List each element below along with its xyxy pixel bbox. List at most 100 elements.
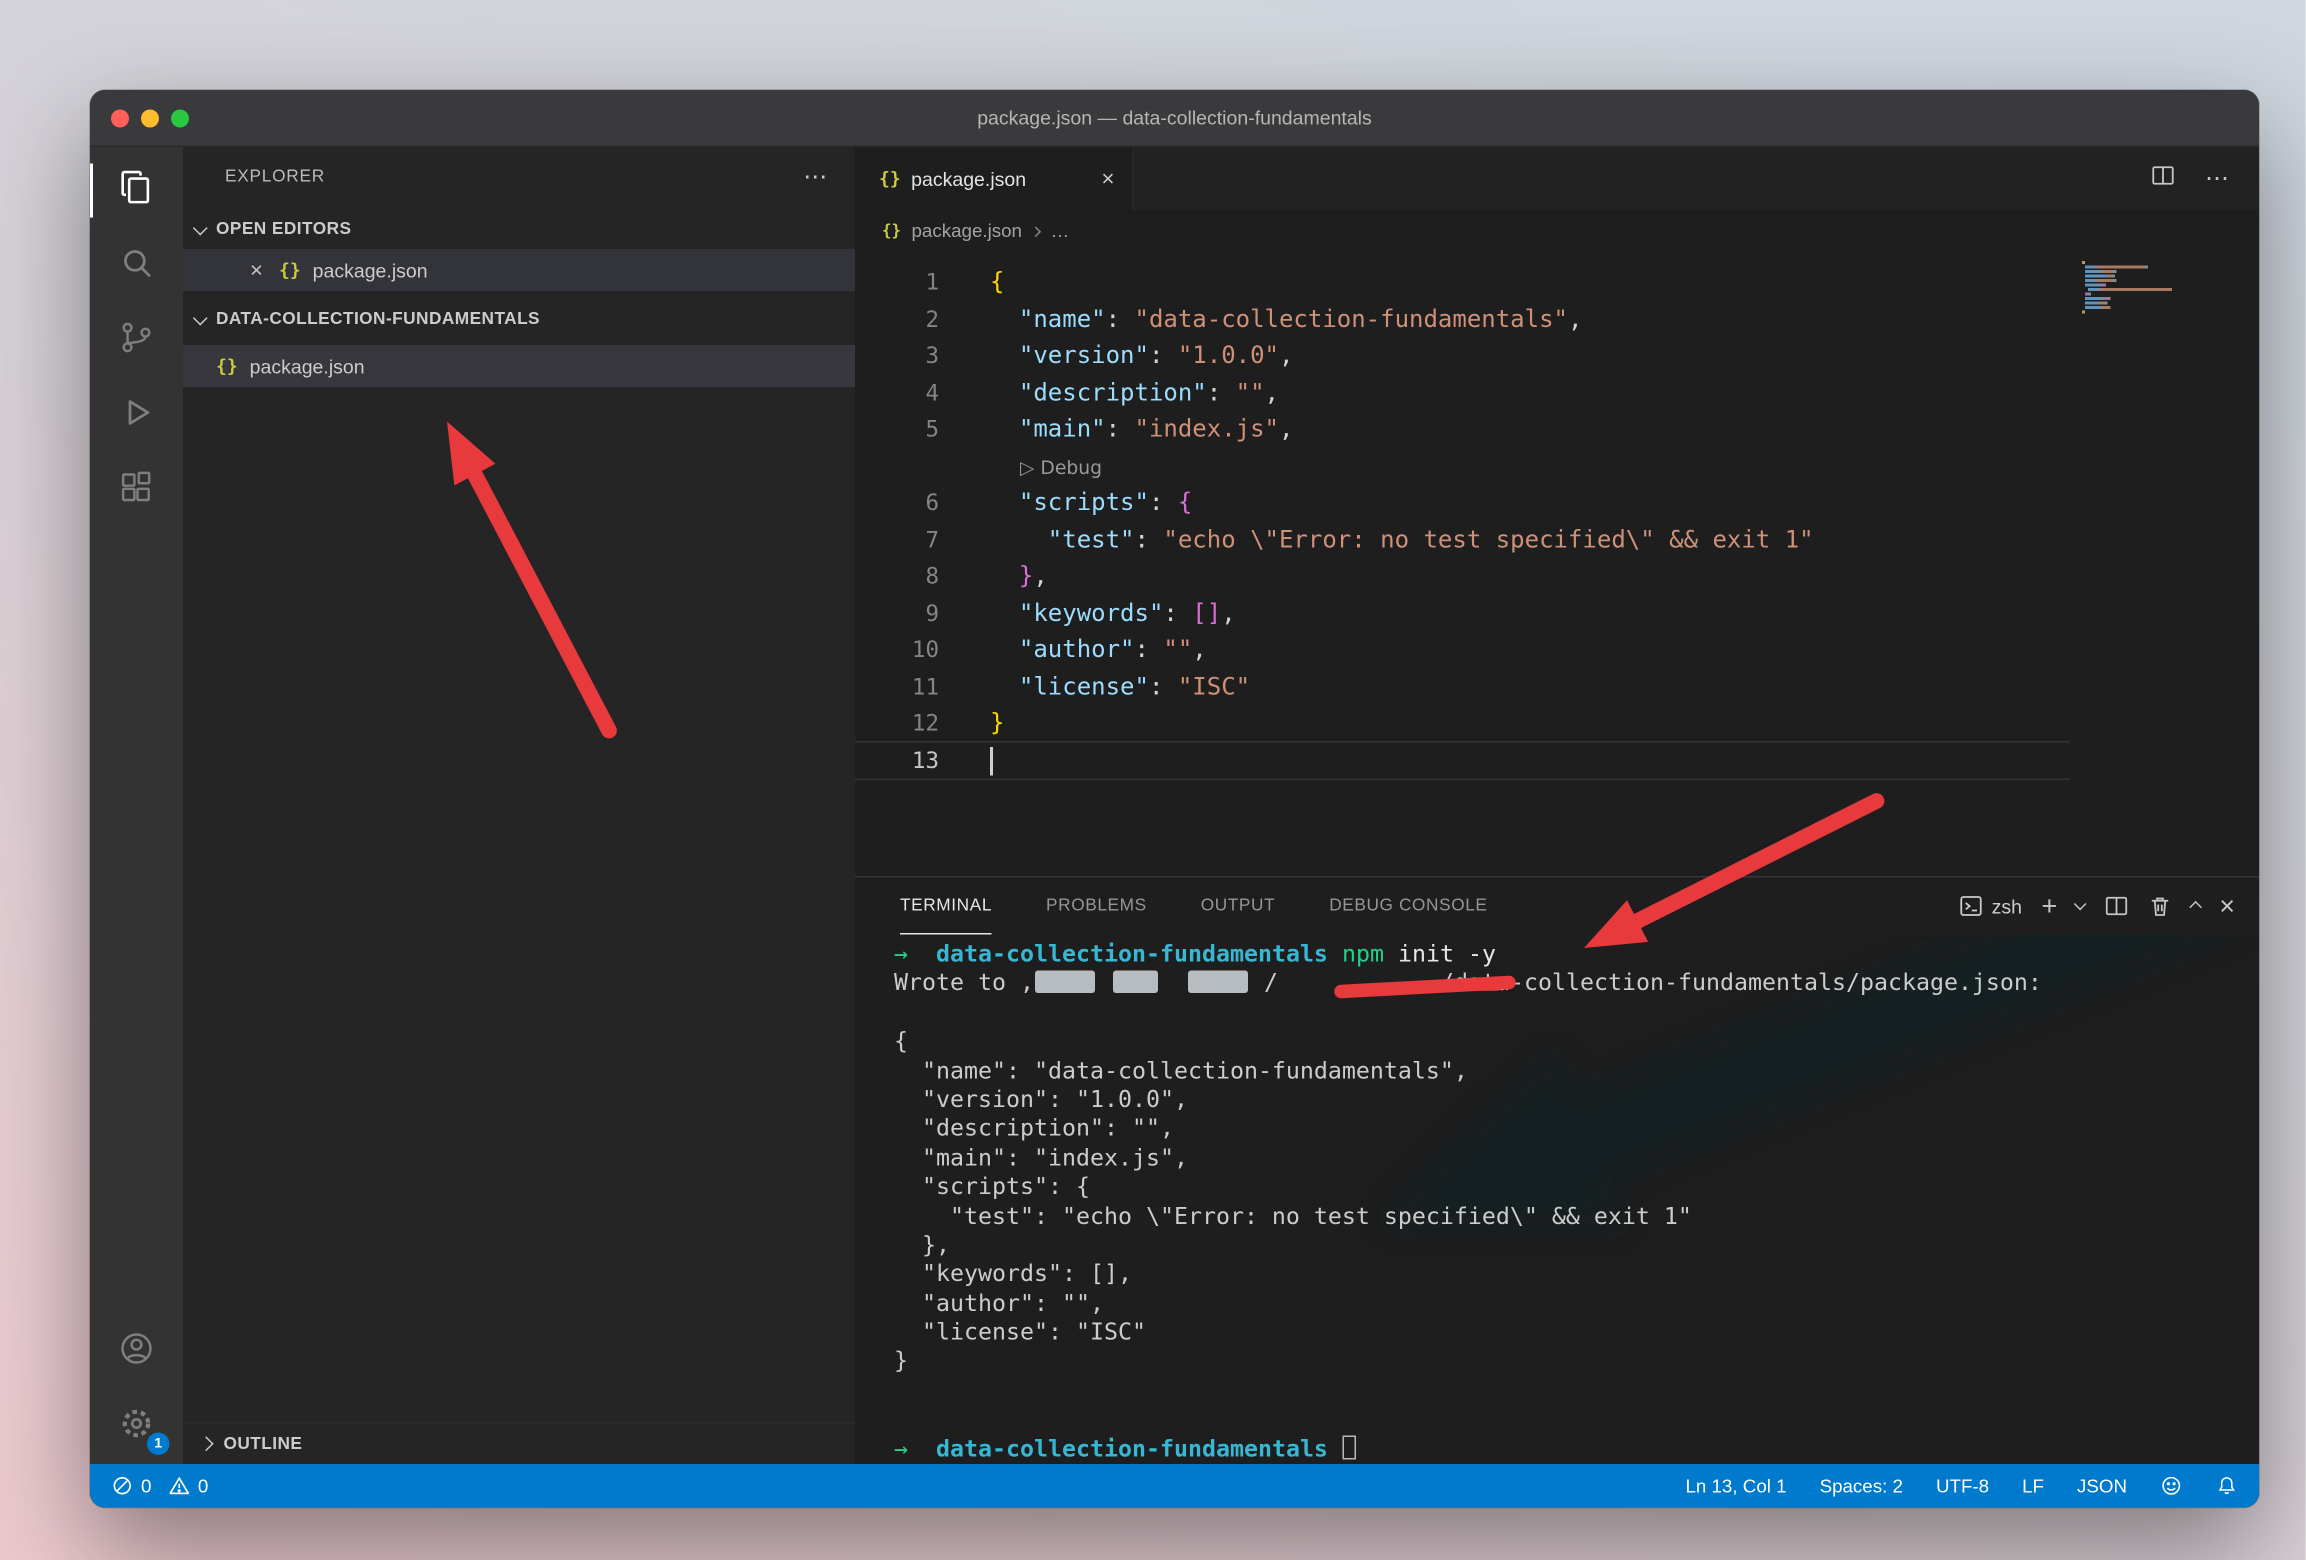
eol-status[interactable]: LF [2022,1475,2044,1496]
encoding-status[interactable]: UTF-8 [1936,1475,1989,1496]
json-file-icon: {} [216,356,238,377]
sidebar-title: EXPLORER [225,168,325,186]
code-line: 10 "author": "", [855,632,2259,669]
cursor-position-status[interactable]: Ln 13, Col 1 [1685,1475,1786,1496]
account-icon [117,1328,156,1375]
activity-source-control-button[interactable] [90,303,183,378]
terminal[interactable]: → data-collection-fundamentals npm init … [855,935,2259,1465]
terminal-line [894,1377,2259,1406]
close-panel-icon[interactable]: × [2219,890,2235,922]
close-tab-icon[interactable]: × [1101,166,1114,192]
terminal-line: } [894,1348,2259,1377]
panel-tab-debug-console[interactable]: DEBUG CONSOLE [1329,878,1487,935]
split-editor-icon[interactable] [2151,163,2175,195]
panel-tab-problems[interactable]: PROBLEMS [1046,878,1147,935]
terminal-profile-chevron-icon[interactable] [2075,898,2087,910]
notifications-bell-icon[interactable] [2216,1475,2239,1498]
window-title: package.json — data-collection-fundament… [977,107,1372,130]
problems-status[interactable]: 0 0 [111,1475,208,1498]
terminal-line [894,1406,2259,1435]
panel-header: TERMINAL PROBLEMS OUTPUT DEBUG CONSOLE [855,878,2259,935]
code-line: 6 "scripts": { [855,485,2259,522]
terminal-line: "test": "echo \"Error: no test specified… [894,1202,2259,1231]
breadcrumb[interactable]: {} package.json … [855,210,2259,252]
json-file-icon: {} [279,260,301,281]
file-item-package-json[interactable]: {} package.json [183,345,855,387]
kill-terminal-trash-icon[interactable] [2148,894,2172,918]
status-bar: 0 0 Ln 13, Col 1 Spaces: 2 UTF-8 LF JSON [90,1464,2259,1508]
explorer-more-actions-button[interactable]: ⋯ [803,162,828,192]
code-line: 4 "description": "", [855,374,2259,411]
activity-search-button[interactable] [90,228,183,303]
terminal-line [894,999,2259,1028]
open-editors-section-header[interactable]: OPEN EDITORS [183,210,855,249]
feedback-smiley-icon[interactable] [2160,1475,2183,1498]
extensions-icon [117,467,156,514]
terminal-line: "main": "index.js", [894,1144,2259,1173]
explorer-sidebar: EXPLORER ⋯ OPEN EDITORS × {} package.jso… [183,147,855,1464]
search-icon [117,242,156,289]
terminal-line: }, [894,1231,2259,1260]
maximize-panel-chevron-up-icon[interactable] [2190,902,2202,914]
terminal-shell-selector[interactable]: zsh [1959,894,2022,918]
minimap-content [2082,261,2235,318]
title-bar: package.json — data-collection-fundament… [90,90,2259,147]
code-line: 13 [855,742,2259,779]
terminal-line: "keywords": [], [894,1260,2259,1289]
chevron-right-icon [1031,226,1042,237]
terminal-line: { [894,1028,2259,1057]
close-window-button[interactable] [111,109,129,127]
code-line: 3 "version": "1.0.0", [855,338,2259,375]
code-lines: 1{2 "name": "data-collection-fundamental… [855,252,2259,779]
panel-tab-terminal[interactable]: TERMINAL [900,878,992,935]
activity-explorer-button[interactable] [90,153,183,228]
activity-extensions-button[interactable] [90,453,183,528]
activity-run-debug-button[interactable] [90,378,183,453]
chevron-down-icon [193,220,208,235]
workspace-folder-header[interactable]: DATA-COLLECTION-FUNDAMENTALS [183,300,855,339]
open-editor-item-package-json[interactable]: × {} package.json [183,249,855,291]
code-line: 8 }, [855,558,2259,595]
redaction-box [1035,970,1095,993]
code-line: 7 "test": "echo \"Error: no test specifi… [855,521,2259,558]
code-line: 9 "keywords": [], [855,595,2259,632]
source-control-icon [117,317,156,364]
files-icon [117,167,156,214]
terminal-line: "scripts": { [894,1173,2259,1202]
terminal-line: Wrote to , //data-collection-fundamental… [894,970,2259,999]
editor-more-actions-icon[interactable]: ⋯ [2205,164,2229,194]
codelens-line: ▷ Debug [855,448,2259,485]
panel-tab-output[interactable]: OUTPUT [1201,878,1276,935]
minimap[interactable] [2079,258,2238,323]
activity-bar: 1 [90,147,183,1464]
accounts-button[interactable] [90,1314,183,1389]
code-line: 12} [855,705,2259,742]
language-mode-status[interactable]: JSON [2077,1475,2127,1496]
codelens-debug-link[interactable]: ▷ Debug [1020,455,1102,478]
open-editor-label: package.json [313,259,428,282]
close-editor-icon[interactable]: × [246,259,267,282]
indentation-status[interactable]: Spaces: 2 [1820,1475,1903,1496]
code-line: 2 "name": "data-collection-fundamentals"… [855,301,2259,338]
breadcrumb-file[interactable]: package.json [911,221,1022,242]
breadcrumb-more[interactable]: … [1050,221,1069,242]
zoom-window-button[interactable] [171,109,189,127]
json-file-icon: {} [879,168,901,189]
terminal-icon [1959,894,1983,918]
bottom-panel: TERMINAL PROBLEMS OUTPUT DEBUG CONSOLE [855,876,2259,1464]
code-editor[interactable]: 1{2 "name": "data-collection-fundamental… [855,252,2259,876]
outline-section-header[interactable]: OUTLINE [183,1422,855,1464]
tab-package-json[interactable]: {} package.json × [855,147,1134,210]
settings-button[interactable]: 1 [90,1389,183,1464]
redacted-gap [1278,989,1440,991]
minimize-window-button[interactable] [141,109,159,127]
vscode-window: package.json — data-collection-fundament… [90,90,2259,1508]
new-terminal-button[interactable]: + [2041,890,2057,922]
run-debug-icon [117,392,156,439]
split-terminal-icon[interactable] [2104,894,2128,918]
terminal-line: → data-collection-fundamentals npm init … [894,941,2259,970]
terminal-line: "license": "ISC" [894,1319,2259,1348]
terminal-line: "version": "1.0.0", [894,1086,2259,1115]
file-item-label: package.json [250,355,365,378]
redaction-box [1113,970,1158,993]
